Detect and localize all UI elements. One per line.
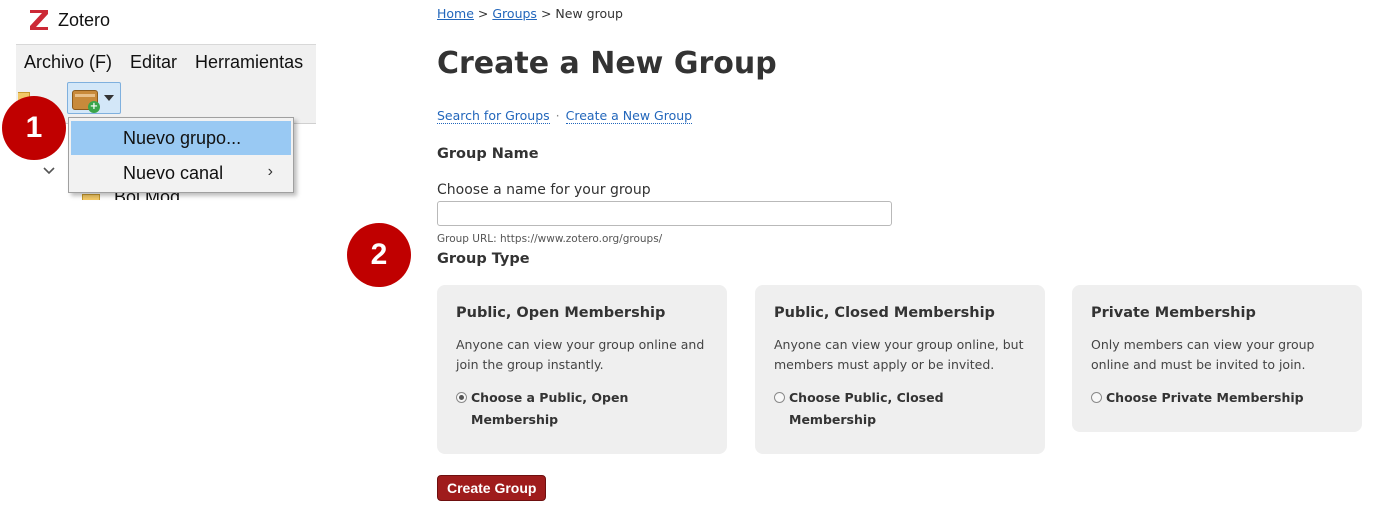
groups-subnav: Search for Groups · Create a New Group [437,108,693,124]
menu-herramientas[interactable]: Herramientas [195,52,303,73]
chevron-down-icon[interactable] [42,164,56,178]
group-type-card-public-closed: Public, Closed Membership Anyone can vie… [755,285,1045,454]
group-type-options: Public, Open Membership Anyone can view … [437,285,1362,455]
group-name-heading: Group Name [437,146,539,162]
radio-public-open[interactable] [456,392,467,403]
dropdown-caret-icon [104,95,114,101]
app-title: Zotero [58,9,111,30]
choose-public-closed-option[interactable]: Choose Public, Closed Membership [774,387,1026,431]
plus-icon: + [88,101,100,113]
menu-editar[interactable]: Editar [130,52,177,73]
radio-private[interactable] [1091,392,1102,403]
breadcrumb-current: New group [555,6,623,21]
choice-label: Choose a Public, Open Membership [471,390,629,427]
create-group-link[interactable]: Create a New Group [565,108,693,124]
menu-bar: Archivo (F) Editar Herramientas [16,44,316,80]
menu-item-label: Nuevo grupo... [123,127,242,148]
folder-icon [82,194,100,200]
card-description: Anyone can view your group online and jo… [456,337,705,372]
choice-label: Choose Public, Closed Membership [789,390,944,427]
group-name-label: Choose a name for your group [437,182,651,198]
breadcrumb-separator: > [477,6,489,21]
choose-private-option[interactable]: Choose Private Membership [1091,387,1343,409]
create-group-button[interactable]: Create Group [437,475,547,501]
breadcrumb-separator: > [540,6,552,21]
step-badge-2: 2 [347,223,411,287]
card-title: Public, Closed Membership [774,305,995,321]
card-title: Public, Open Membership [456,305,666,321]
group-type-heading: Group Type [437,251,530,267]
card-description: Anyone can view your group online, but m… [774,337,1024,372]
group-url-hint: Group URL: https://www.zotero.org/groups… [437,233,663,245]
radio-public-closed[interactable] [774,392,785,403]
menu-item-nuevo-canal[interactable]: Nuevo canal › [71,156,291,190]
card-description: Only members can view your group online … [1091,337,1315,372]
window-titlebar: Zotero [28,4,110,36]
group-type-card-public-open: Public, Open Membership Anyone can view … [437,285,727,454]
group-name-input[interactable] [437,201,892,226]
menu-item-label: Nuevo canal [123,162,224,183]
submenu-arrow-icon: › [267,163,273,180]
new-collection-dropdown-menu: Nuevo grupo... Nuevo canal › [68,117,294,193]
group-type-card-private: Private Membership Only members can view… [1072,285,1362,432]
page-title: Create a New Group [437,46,777,81]
search-groups-link[interactable]: Search for Groups [437,108,550,124]
choice-label: Choose Private Membership [1106,390,1304,405]
new-group-button[interactable]: + [67,82,121,114]
menu-item-nuevo-grupo[interactable]: Nuevo grupo... [71,121,291,155]
create-group-page: Home > Groups > New group Create a New G… [437,0,1377,505]
card-title: Private Membership [1091,305,1256,321]
subnav-separator: · [555,108,560,123]
breadcrumb-groups[interactable]: Groups [492,6,537,21]
menu-archivo[interactable]: Archivo (F) [24,52,112,73]
choose-public-open-option[interactable]: Choose a Public, Open Membership [456,387,708,431]
breadcrumb-home[interactable]: Home [437,6,474,21]
breadcrumb: Home > Groups > New group [437,6,623,21]
zotero-logo-icon [30,10,48,30]
step-badge-1: 1 [2,96,66,160]
